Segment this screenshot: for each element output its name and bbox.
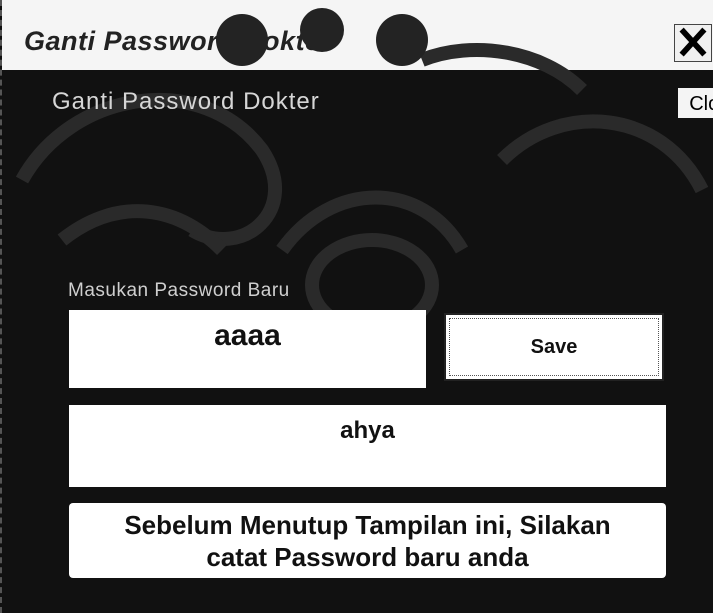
dialog-window: Ganti Password Dokter Ganti Password Dok… [0, 0, 713, 613]
save-button[interactable]: Save [444, 313, 664, 381]
notice-line-1: Sebelum Menutup Tampilan ini, Silakan [124, 510, 611, 540]
notice-line-2: catat Password baru anda [206, 542, 529, 572]
close-icon [679, 27, 707, 57]
close-button[interactable]: Clo: [678, 88, 713, 118]
form-heading: Ganti Password Dokter [52, 88, 320, 115]
password-display-field: ahya [69, 405, 666, 487]
new-password-input[interactable] [69, 310, 426, 388]
title-bar[interactable]: Ganti Password Dokter [2, 0, 713, 70]
window-title: Ganti Password Dokter [24, 26, 332, 56]
window-close-button[interactable] [674, 24, 712, 62]
notice-message: Sebelum Menutup Tampilan ini, Silakan ca… [69, 503, 666, 578]
new-password-label: Masukan Password Baru [68, 280, 290, 301]
